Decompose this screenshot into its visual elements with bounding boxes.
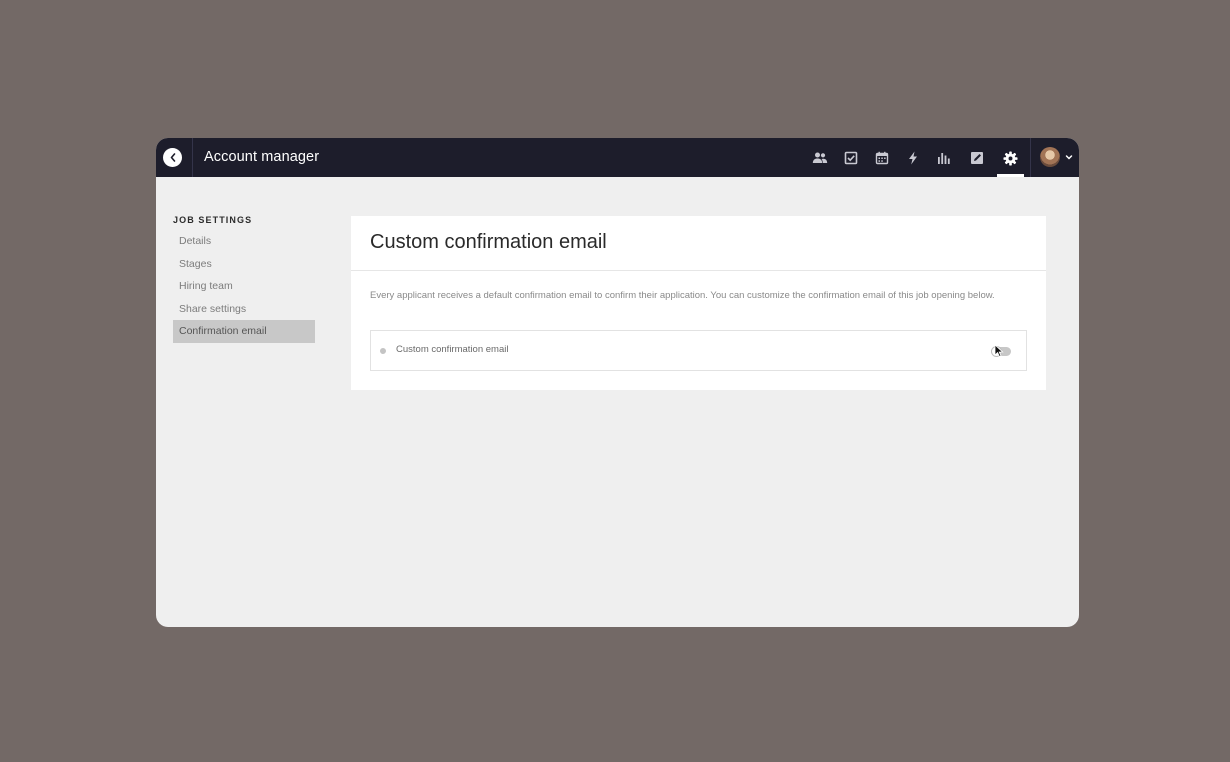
top-bar: Account manager [156,138,1079,177]
job-settings-sidebar: JOB SETTINGS Details Stages Hiring team … [173,213,315,343]
reports-icon [938,153,950,164]
settings-icon [1002,150,1018,166]
nav-reports[interactable] [935,149,953,167]
sidebar-item-hiring-team[interactable]: Hiring team [173,275,315,298]
divider [192,138,193,177]
tasks-icon [844,151,858,165]
app-window: Account manager JOB SETTINGS Details Sta… [156,138,1079,627]
divider [1030,138,1031,177]
sidebar-item-confirmation-email[interactable]: Confirmation email [173,320,315,343]
back-button[interactable] [163,148,182,167]
nav-tasks[interactable] [842,149,860,167]
active-nav-indicator [997,174,1024,177]
nav-calendar[interactable] [873,149,891,167]
calendar-icon [875,151,889,165]
avatar[interactable] [1040,147,1060,167]
page-title: Account manager [204,149,320,165]
divider [351,270,1046,271]
bolt-icon [909,151,917,165]
nav-people[interactable] [811,149,829,167]
nav-edit[interactable] [968,149,986,167]
chevron-down-icon[interactable] [1064,152,1074,162]
status-dot-icon [380,348,386,354]
confirmation-email-card: Custom confirmation email Every applican… [351,216,1046,390]
nav-automations[interactable] [904,149,922,167]
sidebar-item-share-settings[interactable]: Share settings [173,298,315,321]
sidebar-item-details[interactable]: Details [173,230,315,253]
nav-settings[interactable] [1001,149,1019,167]
card-description: Every applicant receives a default confi… [370,290,995,301]
option-label: Custom confirmation email [396,344,509,355]
mouse-cursor-icon [994,344,1004,358]
card-title: Custom confirmation email [370,231,607,253]
chevron-left-icon [170,153,175,162]
people-icon [812,152,828,163]
sidebar-item-stages[interactable]: Stages [173,253,315,276]
custom-email-option: Custom confirmation email [370,330,1027,371]
sidebar-heading: JOB SETTINGS [173,215,253,225]
edit-icon [971,152,983,164]
